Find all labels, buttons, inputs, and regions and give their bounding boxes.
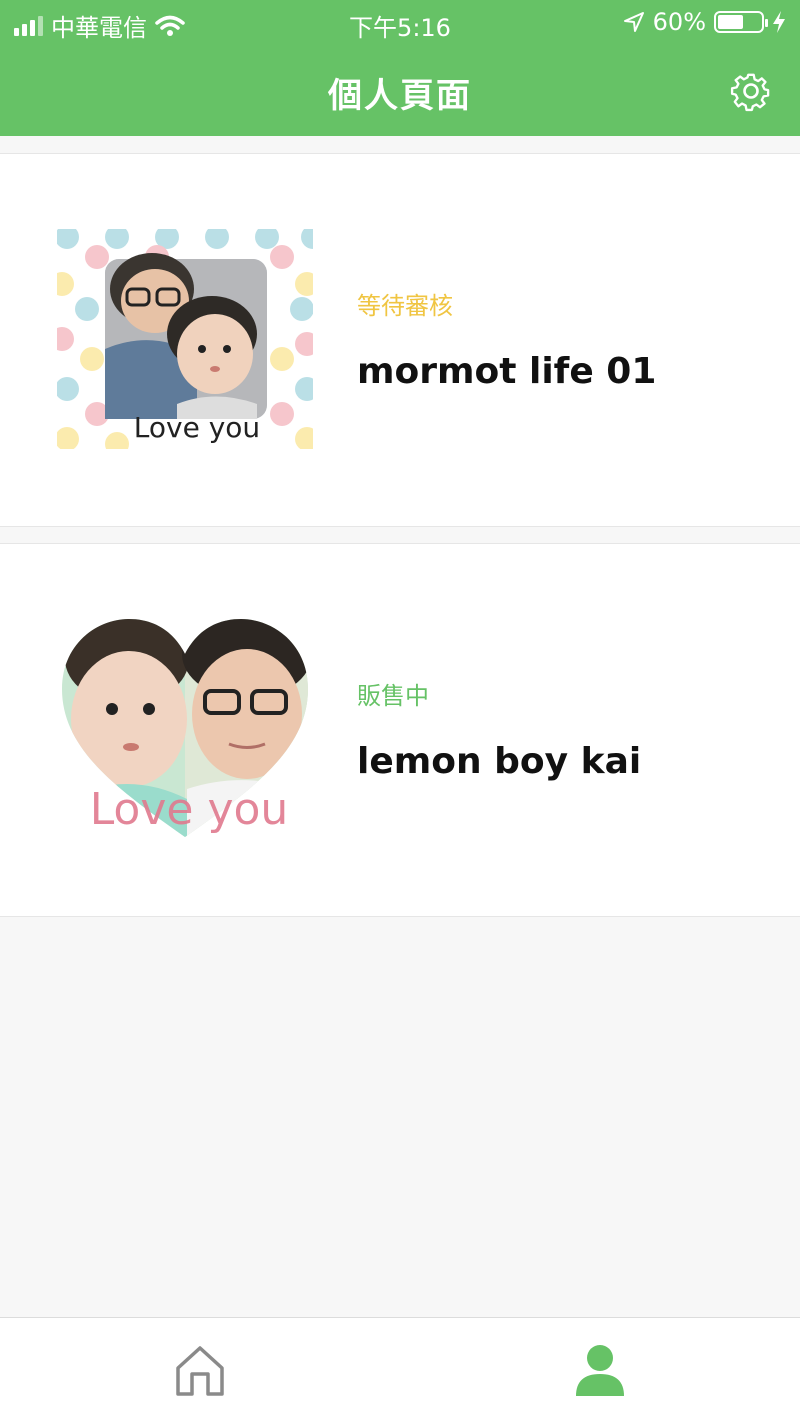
product-name-2: lemon boy kai	[357, 741, 642, 782]
product-status-1: 等待審核	[357, 292, 453, 320]
product-card-2[interactable]: Love you 販售中 lemon boy kai	[0, 543, 800, 917]
gear-icon[interactable]	[730, 70, 772, 112]
home-icon[interactable]	[172, 1342, 228, 1398]
image-caption-1: Love you	[134, 411, 260, 444]
status-right: 60%	[623, 8, 786, 36]
product-info-1: 等待審核 mormot life 01	[357, 286, 656, 392]
status-bar: 中華電信 下午5:16 60%	[0, 0, 800, 46]
product-image-1[interactable]: Love you	[57, 229, 313, 449]
location-arrow-icon	[623, 12, 644, 32]
page-title: 個人頁面	[328, 76, 472, 116]
battery-level	[718, 15, 744, 29]
person-icon[interactable]	[572, 1342, 628, 1398]
product-status-2: 販售中	[357, 682, 429, 710]
product-info-2: 販售中 lemon boy kai	[357, 676, 641, 782]
product-image-2[interactable]: Love you	[57, 619, 313, 839]
battery-icon	[714, 11, 768, 33]
product-name-1: mormot life 01	[357, 351, 657, 392]
image-caption-2: Love you	[90, 784, 289, 835]
product-card-1[interactable]: Love you 等待審核 mormot life 01	[0, 153, 800, 527]
tab-bar	[0, 1317, 800, 1424]
header: 中華電信 下午5:16 60% 個人頁面	[0, 0, 800, 136]
charging-bolt-icon	[773, 11, 785, 33]
battery-percent: 60%	[652, 8, 706, 36]
